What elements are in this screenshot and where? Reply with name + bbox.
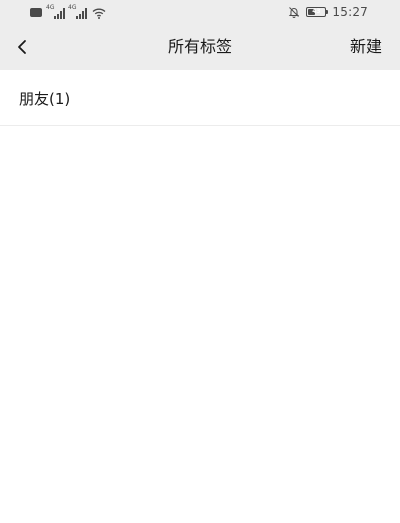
tag-list: 朋友(1) xyxy=(0,70,400,126)
new-tag-button[interactable]: 新建 xyxy=(350,24,382,70)
battery-level: 43 xyxy=(312,8,321,15)
battery-icon: 43 xyxy=(306,7,329,17)
page-title: 所有标签 xyxy=(167,37,232,56)
network-type-label: 4G xyxy=(68,4,77,11)
signal-icon: 4G xyxy=(46,4,65,19)
status-left-icons: 4G 4G xyxy=(30,5,106,19)
network-type-label: 4G xyxy=(46,4,55,11)
status-bar: 4G 4G 43 15:27 xyxy=(0,0,400,24)
status-right-icons: 43 15:27 xyxy=(288,4,368,20)
signal-icon: 4G xyxy=(68,4,87,19)
hd-badge-icon xyxy=(30,8,42,17)
tags-screen: 4G 4G 43 15:27 所有标签 新建 朋友(1) xyxy=(0,0,400,523)
list-item[interactable]: 朋友(1) xyxy=(0,70,400,126)
back-button[interactable] xyxy=(8,33,36,61)
bell-muted-icon xyxy=(289,7,300,18)
tag-label: 朋友(1) xyxy=(19,89,71,108)
wifi-icon xyxy=(92,8,106,19)
chevron-left-icon xyxy=(18,40,26,54)
navigation-bar: 所有标签 新建 xyxy=(0,24,400,70)
status-time: 15:27 xyxy=(332,5,368,19)
